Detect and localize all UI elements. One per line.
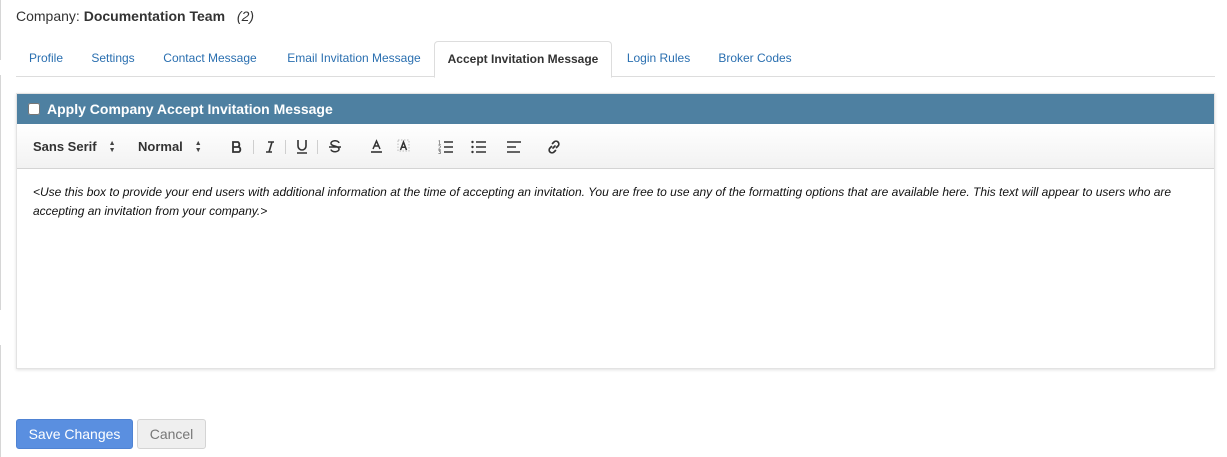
size-select-value: Normal — [138, 139, 183, 154]
italic-icon[interactable] — [263, 124, 277, 169]
company-count: (2) — [236, 8, 255, 24]
font-select[interactable]: Sans Serif ▲ ▼ — [33, 124, 116, 169]
bullet-list-icon[interactable] — [471, 124, 487, 169]
message-editor[interactable]: <Use this box to provide your end users … — [17, 169, 1214, 368]
toolbar-separator — [285, 140, 286, 154]
company-name: Documentation Team — [83, 8, 226, 24]
link-icon[interactable] — [546, 124, 562, 169]
left-border-segment — [0, 0, 1, 60]
panel-header: Apply Company Accept Invitation Message — [17, 94, 1214, 124]
strikethrough-icon[interactable] — [328, 124, 342, 169]
ordered-list-icon[interactable]: 123 — [438, 124, 454, 169]
left-border-segment — [0, 345, 1, 457]
tab-login-rules[interactable]: Login Rules — [616, 41, 701, 77]
save-changes-button[interactable]: Save Changes — [16, 419, 133, 449]
svg-text:3: 3 — [438, 150, 441, 154]
cancel-button[interactable]: Cancel — [137, 419, 206, 449]
toolbar-separator — [253, 140, 254, 154]
accept-invitation-panel: Apply Company Accept Invitation Message … — [16, 93, 1215, 369]
select-arrows-icon: ▲ ▼ — [194, 139, 202, 154]
align-left-icon[interactable] — [506, 124, 522, 169]
tab-broker-codes[interactable]: Broker Codes — [709, 41, 801, 77]
panel-title: Apply Company Accept Invitation Message — [47, 101, 333, 117]
tab-bar: Profile Settings Contact Message Email I… — [16, 41, 1215, 78]
text-color-icon[interactable] — [369, 124, 384, 169]
tab-contact-message[interactable]: Contact Message — [150, 41, 270, 77]
select-arrows-icon: ▲ ▼ — [108, 139, 116, 154]
bold-icon[interactable] — [230, 124, 244, 169]
tab-accept-invitation-message[interactable]: Accept Invitation Message — [434, 41, 612, 78]
left-border — [0, 0, 3, 457]
underline-icon[interactable] — [295, 124, 309, 169]
tab-profile[interactable]: Profile — [16, 41, 76, 77]
apply-message-checkbox[interactable] — [28, 103, 40, 115]
tab-settings[interactable]: Settings — [78, 41, 148, 77]
tab-email-invitation-message[interactable]: Email Invitation Message — [274, 41, 434, 77]
left-border-segment — [0, 75, 1, 310]
company-label: Company: — [16, 8, 80, 24]
toolbar-separator — [317, 140, 318, 154]
background-color-icon[interactable] — [396, 124, 411, 169]
font-select-value: Sans Serif — [33, 139, 97, 154]
size-select[interactable]: Normal ▲ ▼ — [138, 124, 202, 169]
company-heading: Company: Documentation Team (2) — [16, 8, 254, 24]
editor-toolbar: Sans Serif ▲ ▼ Normal ▲ ▼ 123 — [17, 124, 1214, 169]
